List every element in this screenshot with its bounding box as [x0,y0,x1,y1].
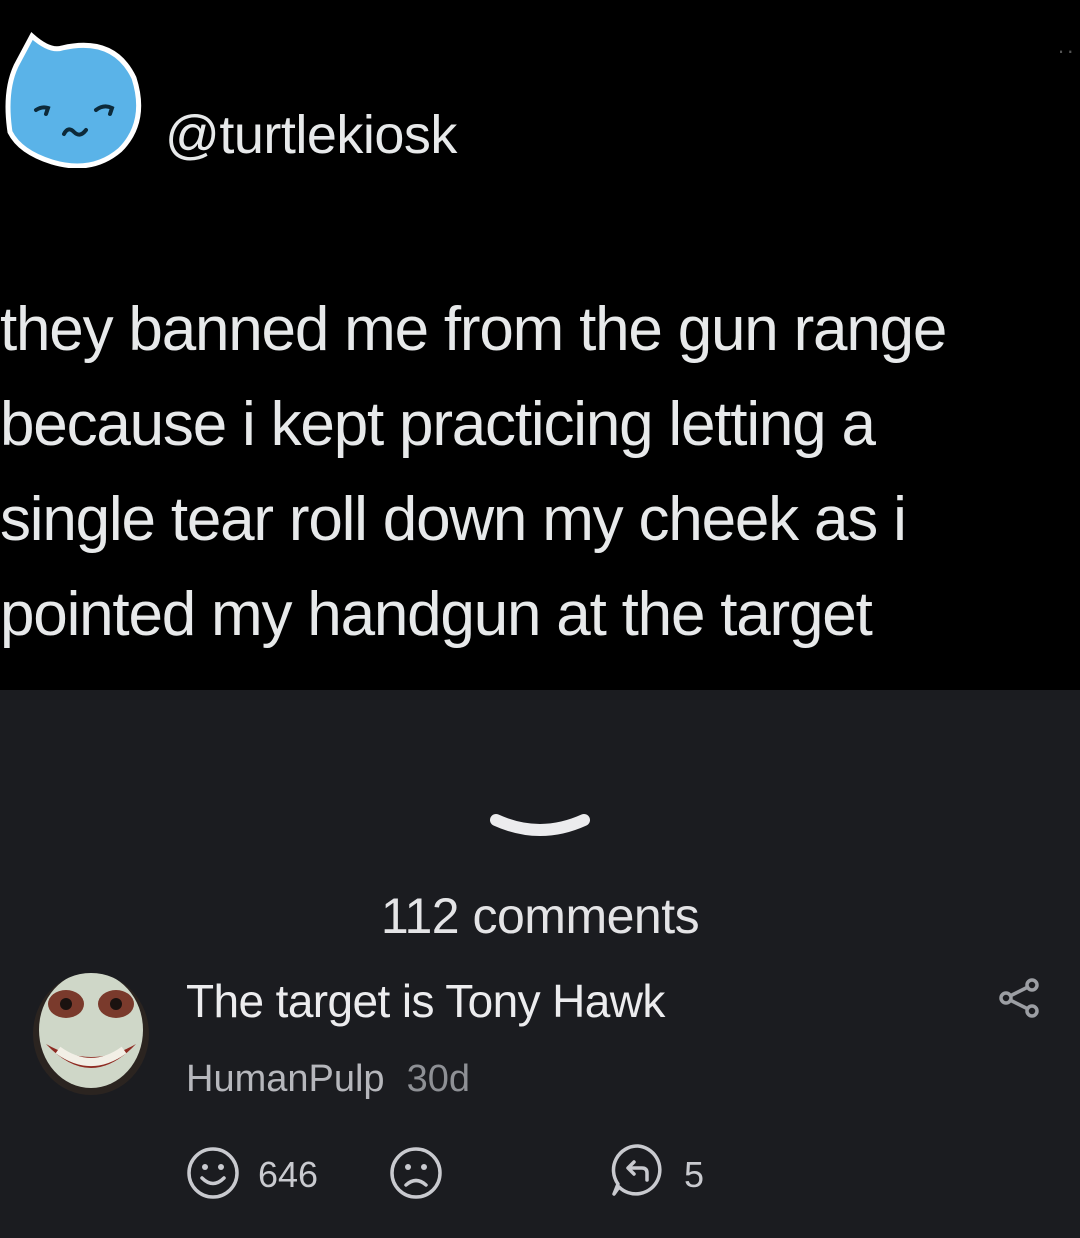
comments-count[interactable]: 112 comments [0,887,1080,945]
comment-actions: 646 5 [0,1140,1080,1210]
comment-text: The target is Tony Hawk [186,975,665,1027]
tweet-image[interactable]: @turtlekiosk ·· they banned me from the … [0,0,1080,690]
replies-count: 5 [684,1154,705,1195]
cartoon-cat-avatar-icon [5,32,142,168]
share-icon[interactable] [998,978,1042,1018]
tweet-handle: @turtlekiosk [165,105,457,165]
tweet-text-line: because i kept practicing letting a [0,390,876,459]
tweet-text-line: pointed my handgun at the target [0,580,873,649]
user-avatar-icon[interactable] [32,972,150,1096]
reply-bubble-icon[interactable] [610,1142,666,1198]
comment-meta: HumanPulp 30d [186,1058,470,1101]
ellipsis-icon: ·· [1057,38,1076,63]
likes-count: 646 [258,1154,319,1195]
chevron-down-icon[interactable] [488,810,592,850]
tweet-text: they banned me from the gun range becaus… [0,282,1080,662]
tweet-text-line: they banned me from the gun range [0,295,947,364]
tweet-text-line: single tear roll down my cheek as i [0,485,907,554]
smile-icon[interactable] [185,1145,241,1201]
frown-icon[interactable] [388,1145,444,1201]
comment-age: 30d [406,1058,470,1100]
comment-author[interactable]: HumanPulp [186,1058,385,1100]
screen: @turtlekiosk ·· they banned me from the … [0,0,1080,1238]
